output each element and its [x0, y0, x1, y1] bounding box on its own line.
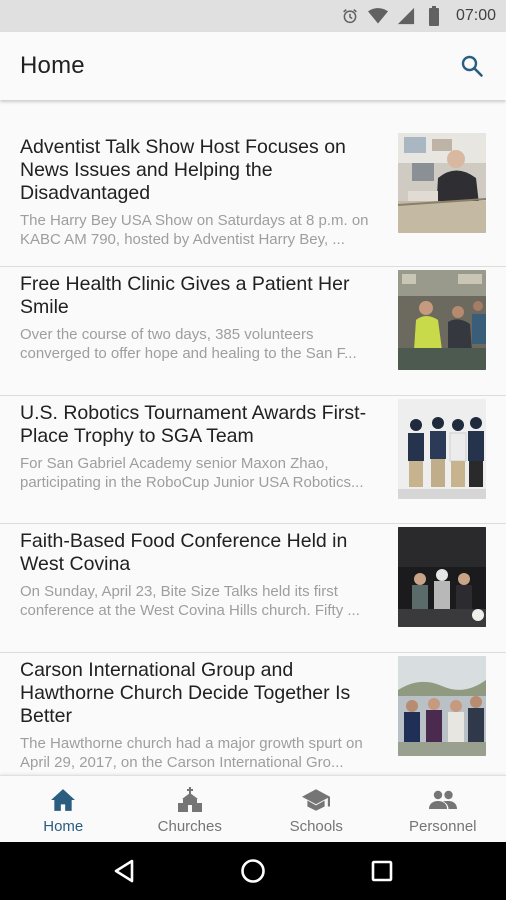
- battery-icon: [424, 6, 444, 26]
- article-text: U.S. Robotics Tournament Awards First-Pl…: [20, 396, 380, 492]
- search-icon: [461, 55, 483, 77]
- app-bar: Home: [0, 32, 506, 100]
- system-navigation-bar: [0, 842, 506, 900]
- article-feed[interactable]: Adventist Talk Show Host Focuses on News…: [0, 100, 506, 775]
- nav-label: Churches: [157, 818, 222, 835]
- article-summary: For San Gabriel Academy senior Maxon Zha…: [20, 454, 364, 491]
- article-summary: The Hawthorne church had a major growth …: [20, 734, 363, 771]
- article-item[interactable]: Carson International Group and Hawthorne…: [0, 653, 506, 776]
- nav-item-schools[interactable]: Schools: [253, 776, 380, 842]
- search-button[interactable]: [454, 48, 490, 84]
- back-button[interactable]: [100, 847, 148, 895]
- page-title: Home: [20, 52, 85, 79]
- article-summary: On Sunday, April 23, Bite Size Talks hel…: [20, 583, 360, 619]
- back-icon: [115, 859, 134, 883]
- article-headline: Free Health Clinic Gives a Patient Her S…: [20, 273, 350, 318]
- wifi-icon: [367, 6, 388, 26]
- article-headline: Faith-Based Food Conference Held in West…: [20, 530, 348, 575]
- article-thumbnail: [398, 655, 486, 756]
- status-time: 07:00: [455, 7, 496, 24]
- article-thumbnail: [398, 133, 486, 233]
- nav-item-home[interactable]: Home: [0, 776, 127, 842]
- home-icon: [49, 787, 77, 813]
- nav-label: Home: [43, 818, 84, 835]
- signal-icon: [396, 6, 416, 26]
- status-bar: 07:00: [0, 0, 506, 32]
- recents-button[interactable]: [358, 847, 406, 895]
- article-text: Faith-Based Food Conference Held in West…: [20, 524, 380, 620]
- article-item[interactable]: Free Health Clinic Gives a Patient Her S…: [0, 267, 506, 396]
- article-item[interactable]: Faith-Based Food Conference Held in West…: [0, 524, 506, 653]
- article-text: Adventist Talk Show Host Focuses on News…: [20, 130, 380, 249]
- article-headline: U.S. Robotics Tournament Awards First-Pl…: [20, 401, 367, 447]
- article-headline: Adventist Talk Show Host Focuses on News…: [20, 136, 346, 204]
- article-item[interactable]: U.S. Robotics Tournament Awards First-Pl…: [0, 396, 506, 524]
- home-system-button[interactable]: [229, 847, 277, 895]
- article-text: Free Health Clinic Gives a Patient Her S…: [20, 267, 380, 363]
- people-icon: [428, 787, 457, 813]
- alarm-icon: [340, 6, 360, 26]
- bottom-navigation: Home Churches Schools Personnel: [0, 775, 506, 842]
- article-thumbnail: [398, 270, 486, 370]
- article-summary: The Harry Bey USA Show on Saturdays at 8…: [20, 212, 369, 248]
- nav-label: Schools: [289, 818, 343, 835]
- nav-item-personnel[interactable]: Personnel: [380, 776, 506, 842]
- school-icon: [302, 787, 331, 813]
- article-thumbnail: [398, 398, 486, 499]
- recents-icon: [371, 860, 392, 882]
- article-text: Carson International Group and Hawthorne…: [20, 653, 380, 772]
- church-icon: [176, 787, 204, 813]
- article-headline: Carson International Group and Hawthorne…: [20, 658, 351, 727]
- home-circle-icon: [241, 859, 265, 883]
- nav-item-churches[interactable]: Churches: [127, 776, 254, 842]
- article-item[interactable]: Adventist Talk Show Host Focuses on News…: [0, 130, 506, 267]
- nav-label: Personnel: [408, 818, 477, 835]
- article-thumbnail: [398, 527, 486, 627]
- article-summary: Over the course of two days, 385 volunte…: [20, 326, 357, 362]
